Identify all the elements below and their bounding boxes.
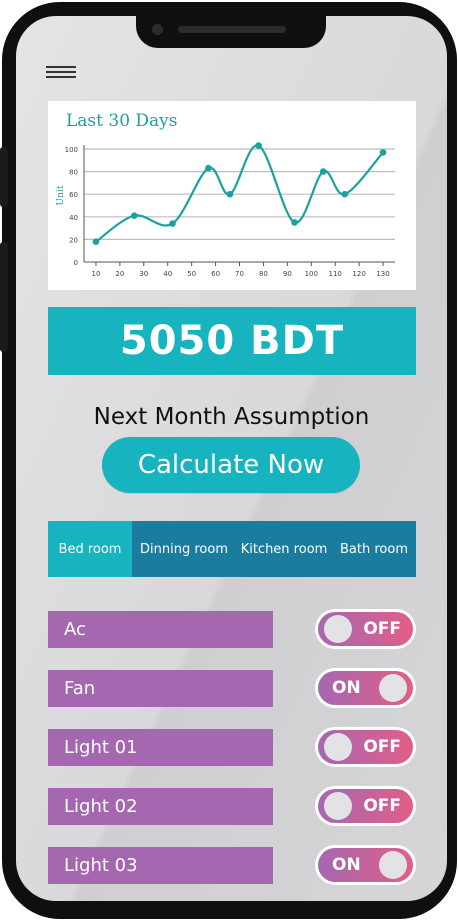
tab-bath-room[interactable]: Bath room [332, 521, 416, 577]
speaker-icon [178, 26, 286, 33]
toggle-state: ON [332, 678, 361, 698]
x-tick-label: 40 [163, 270, 172, 278]
data-point [341, 190, 349, 198]
device-label-light-02: Light 02 [48, 788, 273, 825]
toggle-state: OFF [363, 737, 401, 757]
calculate-now-button[interactable]: Calculate Now [102, 437, 360, 493]
device-label-light-01: Light 01 [48, 729, 273, 766]
toggle-knob [324, 615, 352, 643]
toggle-fan[interactable]: ON [315, 668, 416, 708]
toggle-knob [324, 792, 352, 820]
y-tick-label: 40 [69, 214, 78, 222]
camera-icon [152, 24, 163, 35]
tab-bed-room[interactable]: Bed room [48, 521, 132, 577]
notch [136, 16, 326, 48]
x-tick-label: 120 [352, 270, 365, 278]
toggle-knob [379, 674, 407, 702]
x-tick-label: 130 [376, 270, 389, 278]
y-axis-label: Unit [56, 185, 66, 205]
data-point [92, 238, 100, 245]
x-tick-label: 60 [211, 270, 220, 278]
toggle-light-02[interactable]: OFF [315, 786, 416, 826]
data-point [291, 219, 298, 226]
amount-value: 5050 BDT [119, 318, 345, 364]
device-label-ac: Ac [48, 611, 273, 648]
toggle-knob [379, 851, 407, 879]
y-tick-label: 80 [69, 169, 78, 177]
side-button [0, 147, 8, 207]
data-point [130, 212, 138, 219]
x-tick-label: 90 [283, 270, 292, 278]
data-point [226, 190, 234, 198]
y-tick-label: 20 [69, 236, 78, 244]
x-tick-label: 30 [139, 270, 148, 278]
data-point [205, 164, 212, 172]
y-tick-label: 100 [65, 146, 78, 154]
toggle-state: ON [332, 855, 361, 875]
x-tick-label: 70 [235, 270, 244, 278]
toggle-state: OFF [363, 796, 401, 816]
side-button [0, 242, 8, 352]
tab-kitchen-room[interactable]: Kitchen room [236, 521, 332, 577]
device-label-light-03: Light 03 [48, 847, 273, 884]
x-tick-label: 100 [305, 270, 318, 278]
usage-chart-card: Last 30 Days 0 20 40 60 80 100 10 20 30 40 50 60 70 8… [48, 101, 416, 290]
toggle-state: OFF [363, 619, 401, 639]
x-tick-label: 80 [259, 270, 268, 278]
data-point [379, 149, 387, 156]
x-tick-label: 50 [187, 270, 196, 278]
device-label-fan: Fan [48, 670, 273, 707]
hamburger-menu-icon[interactable] [46, 66, 78, 82]
toggle-light-01[interactable]: OFF [315, 727, 416, 767]
data-point [255, 142, 262, 149]
y-tick-label: 60 [69, 191, 78, 199]
data-point [319, 168, 327, 175]
toggle-knob [324, 733, 352, 761]
x-tick-label: 20 [115, 270, 124, 278]
x-tick-label: 10 [92, 270, 101, 278]
data-point [169, 220, 176, 227]
tab-dinning-room[interactable]: Dinning room [132, 521, 236, 577]
assumption-label: Next Month Assumption [93, 404, 370, 430]
usage-line-chart: 0 20 40 60 80 100 10 20 30 40 50 60 70 80 90 100 110 120 1… [56, 142, 395, 278]
x-tick-label: 110 [329, 270, 342, 278]
toggle-ac[interactable]: OFF [315, 609, 416, 649]
series-line [95, 144, 384, 243]
toggle-light-03[interactable]: ON [315, 845, 416, 885]
amount-display: 5050 BDT [48, 307, 416, 375]
room-tabs: Bed room Dinning room Kitchen room Bath … [48, 521, 416, 577]
y-tick-label: 0 [74, 259, 78, 267]
